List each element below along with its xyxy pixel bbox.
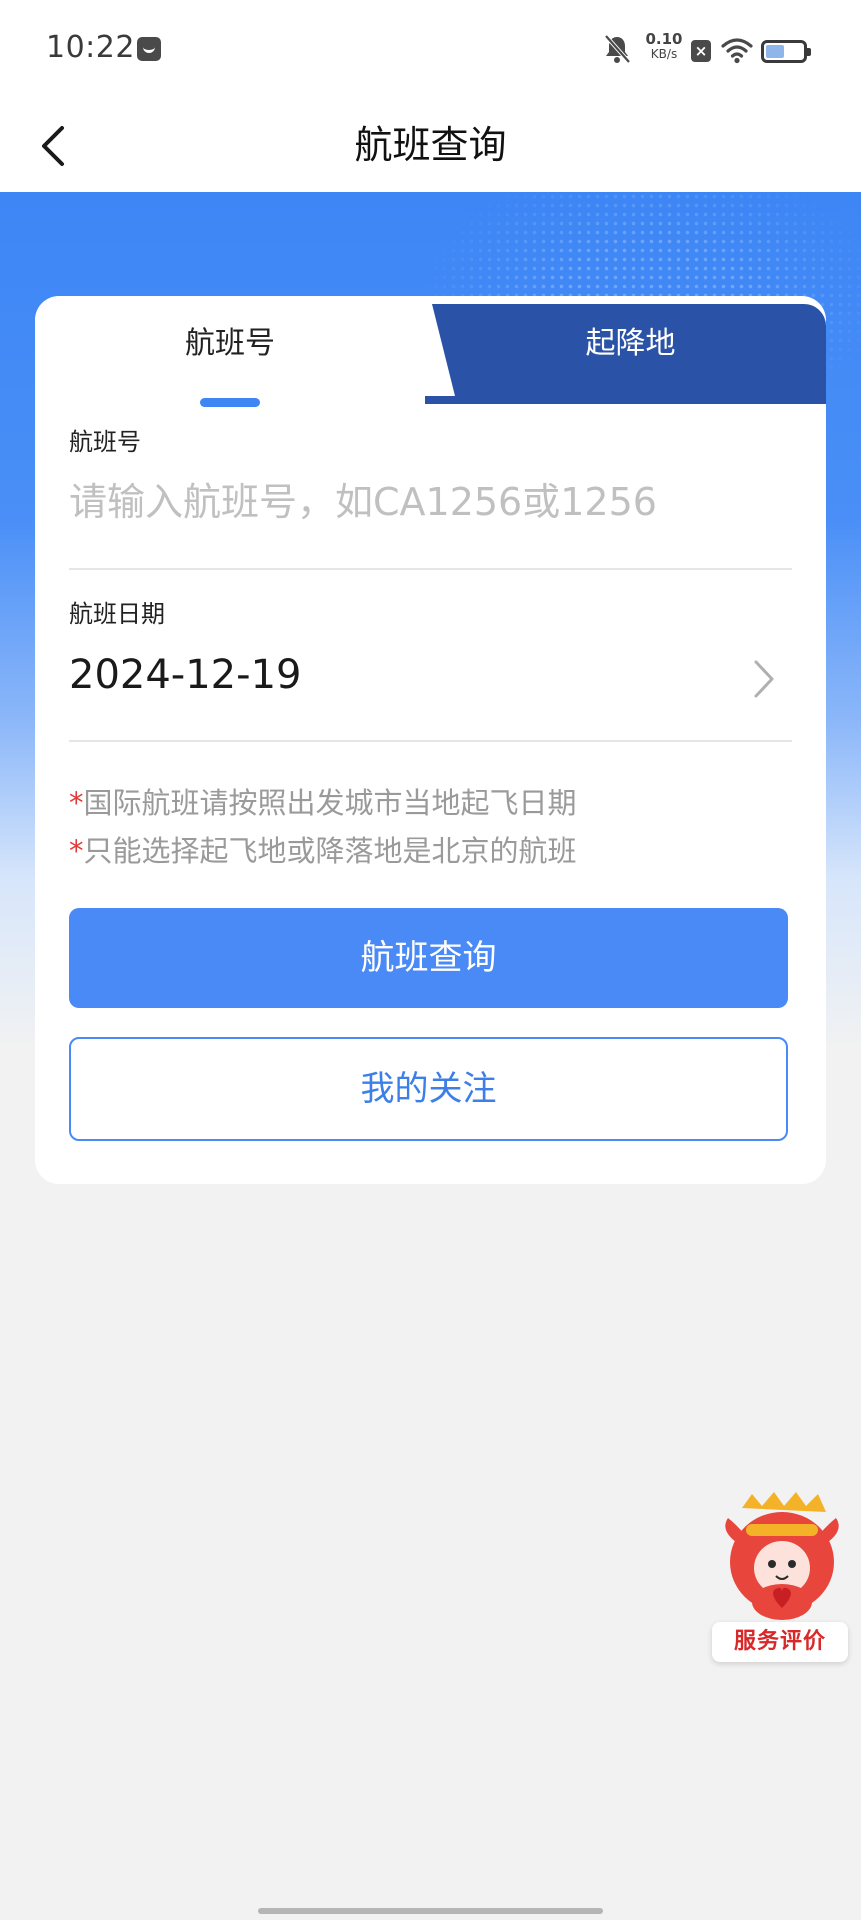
date-picker[interactable]: 2024-12-19: [69, 634, 792, 724]
note-international: *国际航班请按照出发城市当地起飞日期: [69, 780, 577, 822]
divider: [69, 568, 792, 570]
mute-icon: [604, 34, 631, 64]
note-beijing: *只能选择起飞地或降落地是北京的航班: [69, 828, 577, 870]
battery-icon: [761, 40, 811, 63]
net-speed: 0.10 KB/s: [643, 32, 685, 62]
service-rating-label: 服务评价: [712, 1622, 848, 1662]
note-text: 国际航班请按照出发城市当地起飞日期: [83, 786, 577, 820]
home-indicator[interactable]: [258, 1908, 603, 1914]
message-icon: [137, 37, 161, 61]
note-text: 只能选择起飞地或降落地是北京的航班: [83, 834, 577, 868]
date-label: 航班日期: [69, 600, 165, 628]
mascot-icon: [725, 1492, 839, 1620]
box-x-icon: ×: [691, 40, 711, 62]
tab-airport[interactable]: 起降地: [435, 316, 826, 376]
flight-no-input[interactable]: [69, 472, 789, 532]
note-star: *: [69, 834, 84, 868]
net-speed-value: 0.10: [645, 30, 683, 48]
status-bar: 10:22 0.10 KB/s ×: [0, 0, 861, 100]
date-value: 2024-12-19: [69, 652, 302, 698]
battery-fill: [766, 45, 784, 58]
status-time: 10:22: [46, 30, 135, 65]
chevron-right-icon: [754, 660, 774, 698]
divider: [69, 740, 792, 742]
active-tab-indicator: [200, 398, 260, 407]
header: 航班查询: [0, 100, 861, 192]
net-speed-unit: KB/s: [650, 47, 678, 61]
page-title: 航班查询: [354, 123, 507, 167]
flight-search-card: 航班号 起降地 航班号 航班日期 2024-12-19 *国际航班请按照出发城市…: [35, 296, 826, 1184]
wifi-icon: [721, 38, 753, 64]
flight-query-button[interactable]: 航班查询: [69, 908, 788, 1008]
flight-no-label: 航班号: [69, 428, 141, 456]
my-follow-button[interactable]: 我的关注: [69, 1037, 788, 1141]
service-rating-float[interactable]: 服务评价: [712, 1490, 852, 1666]
note-star: *: [69, 786, 84, 820]
tab-flight-no[interactable]: 航班号: [35, 316, 425, 376]
